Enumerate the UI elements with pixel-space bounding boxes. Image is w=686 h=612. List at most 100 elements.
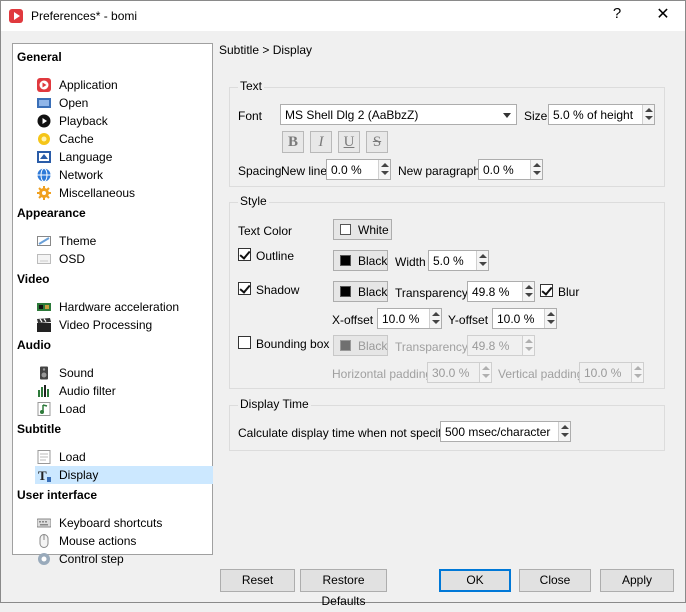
strikeout-button[interactable]: S xyxy=(366,131,388,153)
category-user-interface: User interface xyxy=(17,488,98,502)
blur-checkbox[interactable] xyxy=(540,284,553,297)
shadow-color-value: Black xyxy=(358,285,388,299)
text-color-label: Text Color xyxy=(238,224,293,238)
bounding-box-transparency-stepper[interactable] xyxy=(522,336,534,355)
close-button[interactable]: Close xyxy=(519,569,591,592)
up-arrow-icon xyxy=(381,163,389,167)
new-line-spinbox[interactable]: 0.0 % xyxy=(326,159,391,180)
title-bar: Preferences* - bomi ? ✕ xyxy=(1,1,685,31)
sidebar-item-label: Sound xyxy=(59,366,94,380)
new-paragraph-value: 0.0 % xyxy=(483,163,514,177)
sidebar-item-mouse-actions[interactable]: Mouse actions xyxy=(35,532,213,550)
sidebar-item-label: Video Processing xyxy=(59,318,153,332)
color-swatch xyxy=(340,286,351,297)
sidebar-item-label: Network xyxy=(59,168,104,182)
outline-color-button[interactable]: Black xyxy=(333,250,388,271)
theme-icon xyxy=(37,236,51,246)
font-select[interactable]: MS Shell Dlg 2 (AaBbzZ) xyxy=(280,104,517,125)
sidebar-item-osd[interactable]: OSD xyxy=(35,250,213,268)
vertical-padding-label: Vertical padding xyxy=(498,367,584,381)
size-spinbox[interactable]: 5.0 % of height xyxy=(548,104,655,125)
cache-bulb-icon xyxy=(38,133,50,145)
shadow-label: Shadow xyxy=(256,283,300,297)
underline-button[interactable]: U xyxy=(338,131,360,153)
close-window-button[interactable]: ✕ xyxy=(651,4,675,24)
outline-label: Outline xyxy=(256,249,295,263)
x-offset-spinbox[interactable]: 10.0 % xyxy=(377,308,442,329)
video-clapper-icon xyxy=(37,318,51,332)
sidebar-item-miscellaneous[interactable]: Miscellaneous xyxy=(35,184,213,202)
bounding-box-color-button[interactable]: Black xyxy=(333,335,388,356)
down-arrow-icon xyxy=(525,347,533,351)
outline-width-value: 5.0 % xyxy=(433,254,464,268)
up-arrow-icon xyxy=(645,108,653,112)
x-offset-stepper[interactable] xyxy=(429,309,441,328)
sidebar-item-audio-load[interactable]: Load xyxy=(35,400,213,418)
text-color-value: White xyxy=(358,223,389,237)
reset-button[interactable]: Reset xyxy=(220,569,295,592)
speaker-icon xyxy=(40,366,48,380)
size-stepper[interactable] xyxy=(642,105,654,124)
shadow-transparency-spinbox[interactable]: 49.8 % xyxy=(467,281,535,302)
sidebar-item-control-step[interactable]: Control step xyxy=(35,550,213,566)
shadow-transparency-stepper[interactable] xyxy=(522,282,534,301)
bounding-box-transparency-spinbox[interactable]: 49.8 % xyxy=(467,335,535,356)
y-offset-label: Y-offset xyxy=(448,313,489,327)
display-time-stepper[interactable] xyxy=(558,422,570,441)
sidebar-item-video-processing[interactable]: Video Processing xyxy=(35,316,213,334)
text-color-button[interactable]: White xyxy=(333,219,392,240)
outline-width-spinbox[interactable]: 5.0 % xyxy=(428,250,489,271)
new-paragraph-spinbox[interactable]: 0.0 % xyxy=(478,159,543,180)
down-arrow-icon xyxy=(634,374,642,378)
vertical-padding-spinbox[interactable]: 10.0 % xyxy=(579,362,644,383)
size-label: Size xyxy=(524,109,548,123)
shadow-checkbox[interactable] xyxy=(238,282,251,295)
chevron-down-icon xyxy=(503,113,511,118)
sidebar-item-playback[interactable]: Playback xyxy=(35,112,213,130)
sidebar-item-application[interactable]: Application xyxy=(35,76,213,94)
help-button[interactable]: ? xyxy=(607,5,627,22)
y-offset-spinbox[interactable]: 10.0 % xyxy=(492,308,557,329)
width-label: Width xyxy=(395,255,426,269)
sidebar-item-cache[interactable]: Cache xyxy=(35,130,213,148)
new-line-stepper[interactable] xyxy=(378,160,390,179)
outline-checkbox[interactable] xyxy=(238,248,251,261)
sidebar-item-label: Playback xyxy=(59,114,108,128)
sidebar-item-theme[interactable]: Theme xyxy=(35,232,213,250)
sidebar-item-network[interactable]: Network xyxy=(35,166,213,184)
apply-button[interactable]: Apply xyxy=(600,569,674,592)
style-group-title: Style xyxy=(238,194,269,208)
display-time-spinbox[interactable]: 500 msec/character xyxy=(440,421,571,442)
breadcrumb: Subtitle > Display xyxy=(219,43,313,57)
sidebar-item-sound[interactable]: Sound xyxy=(35,364,213,382)
ok-button[interactable]: OK xyxy=(439,569,511,592)
vertical-padding-stepper[interactable] xyxy=(631,363,643,382)
restore-defaults-button[interactable]: Restore Defaults xyxy=(300,569,387,608)
sidebar-item-label: Cache xyxy=(59,132,94,146)
blur-label: Blur xyxy=(558,285,580,299)
sidebar-item-keyboard-shortcuts[interactable]: Keyboard shortcuts xyxy=(35,514,213,532)
audio-filter-icon xyxy=(38,385,49,397)
sidebar-item-subtitle-display[interactable]: T Display xyxy=(35,466,213,484)
sidebar-item-audio-filter[interactable]: Audio filter xyxy=(35,382,213,400)
bounding-box-checkbox[interactable] xyxy=(238,336,251,349)
down-arrow-icon xyxy=(561,433,569,437)
italic-button[interactable]: I xyxy=(310,131,332,153)
sidebar-item-label: OSD xyxy=(59,252,86,266)
y-offset-stepper[interactable] xyxy=(544,309,556,328)
sidebar-item-subtitle-load[interactable]: Load xyxy=(35,448,213,466)
hardware-card-icon xyxy=(37,303,51,311)
horizontal-padding-stepper[interactable] xyxy=(479,363,491,382)
sidebar-item-language[interactable]: Language xyxy=(35,148,213,166)
misc-gear-icon xyxy=(37,186,51,200)
horizontal-padding-spinbox[interactable]: 30.0 % xyxy=(427,362,492,383)
new-paragraph-stepper[interactable] xyxy=(530,160,542,179)
bold-button[interactable]: B xyxy=(282,131,304,153)
outline-width-stepper[interactable] xyxy=(476,251,488,270)
sidebar-item-hardware-acceleration[interactable]: Hardware acceleration xyxy=(35,298,213,316)
x-offset-value: 10.0 % xyxy=(382,312,420,326)
sidebar-item-open[interactable]: Open xyxy=(35,94,213,112)
shadow-color-button[interactable]: Black xyxy=(333,281,388,302)
bounding-box-transparency-value: 49.8 % xyxy=(472,339,510,353)
horizontal-padding-value: 30.0 % xyxy=(432,366,470,380)
